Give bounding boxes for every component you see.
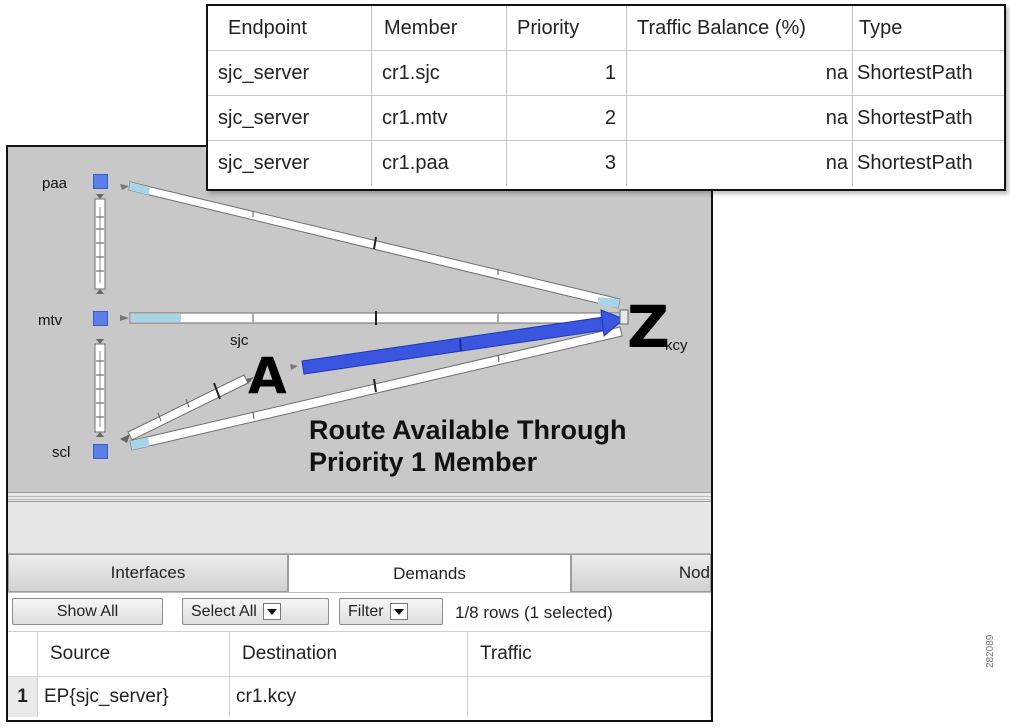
cell-traffic[interactable] bbox=[468, 677, 711, 717]
filter-button[interactable]: Filter bbox=[339, 598, 443, 625]
cell-endpoint[interactable]: sjc_server bbox=[208, 141, 372, 186]
cell-type[interactable]: ShortestPath bbox=[853, 141, 1004, 186]
link-mtv-kcy[interactable] bbox=[129, 311, 621, 325]
link-paa-kcy[interactable] bbox=[128, 181, 621, 309]
cell-traffic-balance[interactable]: na bbox=[627, 141, 853, 186]
endpoint-z-marker: Z bbox=[627, 293, 670, 361]
router-node-mtv[interactable] bbox=[93, 311, 108, 326]
cell-priority[interactable]: 1 bbox=[507, 51, 627, 96]
cell-member[interactable]: cr1.mtv bbox=[372, 96, 507, 141]
tab-nodes[interactable]: Nod bbox=[571, 554, 711, 592]
endpoint-members-table: Endpoint Member Priority Traffic Balance… bbox=[206, 4, 1006, 191]
cell-traffic-balance[interactable]: na bbox=[627, 51, 853, 96]
cell-priority[interactable]: 3 bbox=[507, 141, 627, 186]
tab-interfaces[interactable]: Interfaces bbox=[8, 554, 288, 592]
cell-member[interactable]: cr1.sjc bbox=[372, 51, 507, 96]
column-header-destination[interactable]: Destination bbox=[230, 632, 468, 677]
cell-member[interactable]: cr1.paa bbox=[372, 141, 507, 186]
network-map[interactable]: paa mtv scl sjc kcy A Z Route Available … bbox=[8, 147, 711, 492]
show-all-button[interactable]: Show All bbox=[12, 598, 163, 625]
cell-endpoint[interactable]: sjc_server bbox=[208, 51, 372, 96]
router-node-paa[interactable] bbox=[93, 174, 108, 189]
chevron-down-icon[interactable] bbox=[389, 603, 408, 620]
rows-status: 1/8 rows (1 selected) bbox=[455, 603, 613, 622]
app-window: paa mtv scl sjc kcy A Z Route Available … bbox=[6, 145, 713, 722]
grid-corner bbox=[8, 632, 38, 677]
node-label-mtv: mtv bbox=[38, 312, 63, 329]
select-all-button[interactable]: Select All bbox=[182, 598, 329, 625]
tab-demands[interactable]: Demands bbox=[288, 554, 571, 592]
show-all-label: Show All bbox=[56, 602, 119, 620]
cell-destination[interactable]: cr1.kcy bbox=[230, 677, 468, 717]
link-mtv-scl[interactable] bbox=[94, 339, 106, 437]
router-node-scl[interactable] bbox=[93, 444, 108, 459]
cell-type[interactable]: ShortestPath bbox=[853, 96, 1004, 141]
caption-line-2: Priority 1 Member bbox=[309, 447, 538, 477]
column-header-priority[interactable]: Priority bbox=[507, 6, 627, 51]
select-all-label: Select All bbox=[191, 602, 257, 620]
cell-type[interactable]: ShortestPath bbox=[853, 51, 1004, 96]
cell-priority[interactable]: 2 bbox=[507, 96, 627, 141]
chevron-down-icon[interactable] bbox=[262, 603, 281, 620]
cell-traffic-balance[interactable]: na bbox=[627, 96, 853, 141]
demands-grid: Source Destination Traffic 1 EP{sjc_serv… bbox=[8, 632, 711, 720]
column-header-source[interactable]: Source bbox=[38, 632, 230, 677]
empty-strip bbox=[8, 502, 711, 554]
filter-label: Filter bbox=[348, 602, 384, 620]
endpoint-a-marker: A bbox=[248, 347, 287, 405]
tab-bar: Interfaces Demands Nod bbox=[8, 554, 711, 592]
row-number[interactable]: 1 bbox=[8, 677, 38, 717]
caption-line-1: Route Available Through bbox=[309, 415, 627, 445]
column-header-endpoint[interactable]: Endpoint bbox=[208, 6, 372, 51]
link-paa-mtv[interactable] bbox=[94, 194, 106, 294]
figure-id: 282089 bbox=[985, 634, 996, 668]
grid-toolbar: Show All Select All Filter 1/8 rows (1 s… bbox=[8, 592, 711, 632]
node-label-paa: paa bbox=[42, 175, 68, 192]
column-header-type[interactable]: Type bbox=[853, 6, 1004, 51]
column-header-traffic-balance[interactable]: Traffic Balance (%) bbox=[627, 6, 853, 51]
column-header-traffic[interactable]: Traffic bbox=[468, 632, 711, 677]
cell-source[interactable]: EP{sjc_server} bbox=[38, 677, 230, 717]
node-label-scl: scl bbox=[52, 444, 71, 461]
node-label-sjc: sjc bbox=[230, 332, 249, 349]
column-header-member[interactable]: Member bbox=[372, 6, 507, 51]
pane-splitter[interactable] bbox=[8, 492, 711, 502]
cell-endpoint[interactable]: sjc_server bbox=[208, 96, 372, 141]
